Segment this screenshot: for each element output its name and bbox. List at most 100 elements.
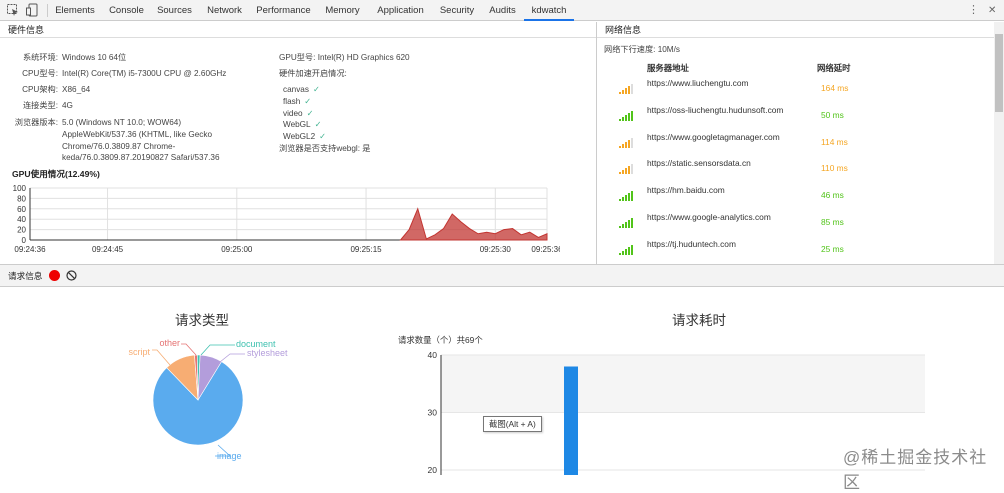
gpu-y-tick: 100 bbox=[13, 184, 27, 193]
signal-strength-icon bbox=[619, 191, 635, 202]
latency-value: 46 ms bbox=[821, 190, 844, 201]
tab-application[interactable]: Application bbox=[368, 0, 433, 21]
record-icon[interactable] bbox=[49, 270, 60, 281]
hw-field-label: CPU型号: bbox=[22, 69, 58, 78]
signal-strength-icon bbox=[619, 137, 635, 148]
devtools-tabbar: Elements Console Sources Network Performance… bbox=[0, 0, 1004, 21]
accel-item-canvas: canvas ✓ bbox=[283, 84, 320, 95]
gpu-y-tick: 20 bbox=[17, 226, 26, 235]
pie-label-script: script bbox=[128, 347, 150, 357]
gpu-usage-area bbox=[399, 207, 548, 241]
device-toolbar-icon[interactable] bbox=[26, 3, 40, 17]
gpu-usage-chart: 020 4060 80100 09:24:36 09:24:45 09:25:00 09:2… bbox=[13, 184, 560, 254]
download-speed: 网络下行速度: 10M/s bbox=[604, 45, 680, 54]
signal-strength-icon bbox=[619, 218, 635, 228]
browser-version-line: Chrome/76.0.3809.87 Chrome- bbox=[62, 141, 176, 151]
tab-sources[interactable]: Sources bbox=[150, 0, 199, 21]
network-scrollbar[interactable] bbox=[994, 22, 1004, 264]
more-options-icon[interactable]: ⋮ bbox=[968, 0, 979, 21]
accel-item-webgl: WebGL ✓ bbox=[283, 119, 321, 130]
latency-value: 164 ms bbox=[821, 83, 849, 93]
pie-label-line bbox=[200, 344, 235, 356]
bar-y-tick: 40 bbox=[428, 350, 438, 360]
server-address: https://www.googletagmanager.com bbox=[647, 131, 780, 142]
bar-chart-title: 请求耗时 bbox=[672, 313, 726, 328]
inspect-element-icon[interactable] bbox=[6, 3, 20, 17]
bar-y-tick: 20 bbox=[428, 465, 438, 475]
accel-item-webgl2: WebGL2 ✓ bbox=[283, 131, 326, 142]
gpu-x-tick: 09:25:15 bbox=[350, 245, 382, 254]
bar-y-tick: 30 bbox=[428, 408, 438, 418]
hardware-panel-title: 硬件信息 bbox=[0, 22, 596, 38]
hw-field-value: Windows 10 64位 bbox=[62, 53, 127, 62]
check-icon: ✓ bbox=[306, 108, 314, 118]
pie-label-line bbox=[181, 343, 197, 356]
gpu-x-tick: 09:25:30 bbox=[480, 245, 512, 254]
request-time-bar[interactable] bbox=[564, 366, 578, 476]
server-address: https://www.liuchengtu.com bbox=[647, 78, 749, 88]
hw-field-label: 系统环境: bbox=[22, 53, 58, 62]
network-panel: 网络信息 网络下行速度: 10M/s 服务器地址 网络延时 https://ww… bbox=[596, 22, 1004, 264]
hw-field-label: CPU架构: bbox=[22, 85, 58, 94]
network-row: https://oss-liuchengtu.hudunsoft.com 50 m… bbox=[597, 105, 987, 131]
check-icon: ✓ bbox=[319, 132, 327, 142]
network-panel-title: 网络信息 bbox=[597, 22, 995, 38]
pie-label-image: image bbox=[217, 451, 242, 461]
hw-field-value: X86_64 bbox=[62, 85, 91, 94]
tab-kdwatch[interactable]: kdwatch bbox=[524, 0, 574, 21]
tab-elements[interactable]: Elements bbox=[47, 0, 103, 21]
check-icon: ✓ bbox=[314, 120, 322, 130]
signal-strength-icon bbox=[619, 244, 635, 255]
check-icon: ✓ bbox=[312, 85, 320, 94]
scrollbar-thumb[interactable] bbox=[995, 34, 1003, 112]
hw-accel-label: 硬件加速开启情况: bbox=[279, 69, 347, 78]
accel-item-label: video bbox=[283, 108, 303, 118]
network-row: https://www.googletagmanager.com 114 ms bbox=[597, 132, 987, 158]
latency-value: 25 ms bbox=[821, 243, 844, 254]
network-row: https://www.liuchengtu.com 164 ms bbox=[597, 78, 987, 104]
latency-value: 50 ms bbox=[821, 109, 844, 120]
hw-field-label: 浏览器版本: bbox=[14, 118, 58, 127]
network-row: https://hm.baidu.com 46 ms bbox=[597, 185, 987, 211]
close-devtools-icon[interactable]: ✕ bbox=[988, 0, 996, 21]
network-row: https://static.sensorsdata.cn 110 ms bbox=[597, 158, 987, 184]
webgl-support: 浏览器是否支持webgl: 是 bbox=[279, 144, 371, 153]
bar-band bbox=[441, 355, 925, 413]
server-address: https://oss-liuchengtu.hudunsoft.com bbox=[647, 104, 784, 115]
pie-label-other: other bbox=[159, 338, 180, 348]
accel-item-label: flash bbox=[283, 96, 301, 106]
accel-item-flash: flash ✓ bbox=[283, 96, 311, 107]
pie-label-stylesheet: stylesheet bbox=[247, 348, 288, 358]
tab-network[interactable]: Network bbox=[199, 0, 250, 21]
signal-strength-icon bbox=[619, 110, 635, 121]
clear-icon[interactable] bbox=[66, 270, 77, 281]
hw-field-label: 连接类型: bbox=[22, 101, 58, 110]
latency-value: 85 ms bbox=[821, 217, 844, 227]
browser-version-line: keda/76.0.3809.87.20190827 Safari/537.36 bbox=[62, 153, 220, 162]
gpu-y-tick: 80 bbox=[17, 194, 26, 203]
server-address: https://tj.huduntech.com bbox=[647, 238, 736, 249]
browser-version-line: AppleWebKit/537.36 (KHTML, like Gecko bbox=[62, 130, 213, 139]
request-info-label: 请求信息 bbox=[8, 271, 43, 281]
gpu-x-tick: 09:24:45 bbox=[92, 245, 124, 254]
screenshot-tooltip: 截图(Alt + A) bbox=[483, 416, 542, 432]
pie-label-line bbox=[152, 349, 171, 366]
gpu-usage-title: GPU使用情况(12.49%) bbox=[12, 169, 100, 179]
tab-audits[interactable]: Audits bbox=[481, 0, 524, 21]
gpu-x-tick: 09:25:00 bbox=[221, 245, 253, 254]
tab-memory[interactable]: Memory bbox=[317, 0, 368, 21]
hw-field-value: 4G bbox=[62, 101, 73, 110]
tab-console[interactable]: Console bbox=[103, 0, 150, 21]
gpu-x-tick: 09:24:36 bbox=[14, 245, 46, 254]
gpu-model: GPU型号: Intel(R) HD Graphics 620 bbox=[279, 53, 410, 62]
server-address: https://static.sensorsdata.cn bbox=[647, 158, 751, 169]
gpu-y-tick: 40 bbox=[17, 215, 26, 224]
tab-security[interactable]: Security bbox=[433, 0, 481, 21]
network-row: https://www.google-analytics.com 85 ms bbox=[597, 212, 987, 238]
accel-item-label: WebGL2 bbox=[283, 132, 316, 142]
check-icon: ✓ bbox=[304, 96, 312, 106]
gpu-y-tick: 0 bbox=[22, 236, 27, 245]
accel-item-label: WebGL bbox=[283, 120, 311, 130]
tab-performance[interactable]: Performance bbox=[250, 0, 317, 21]
col-server-address: 服务器地址 bbox=[647, 63, 689, 73]
